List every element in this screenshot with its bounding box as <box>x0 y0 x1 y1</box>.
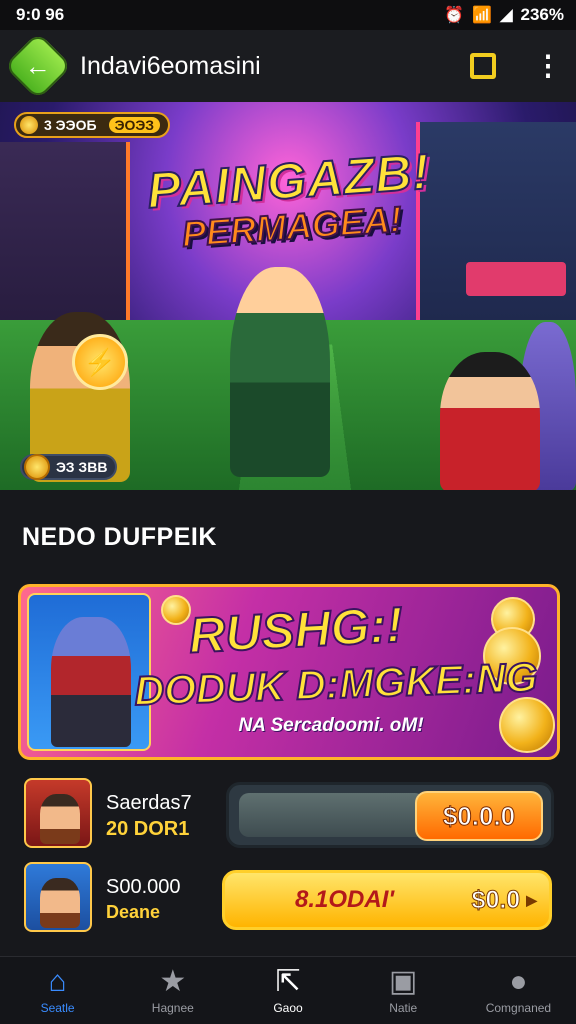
hero-banner[interactable]: ⚡ PAINGAZB! PERMAGEA! 3 ЭЭОБ ЭОЭЗ ЭЗ ЗВВ <box>0 102 576 490</box>
buy-button-label: 8.1ODAI' <box>295 886 395 913</box>
hero-character-right <box>440 352 540 490</box>
item-progress-fill <box>239 793 425 837</box>
hero-reward-pill: ЭЗ ЗВВ <box>20 454 118 480</box>
buy-button[interactable]: 8.1ODAI' $0.0 ▶ <box>222 870 552 930</box>
nav-label: Natie <box>389 1000 418 1015</box>
section-title: NEDO DUFPEIK <box>22 523 217 551</box>
nav-label: Gaoo <box>273 1000 303 1015</box>
nav-item-games[interactable]: ⇱ Gaoo <box>230 957 345 1024</box>
price-button[interactable]: $0.0.0 <box>415 791 543 841</box>
hero-neon-sign <box>466 262 566 296</box>
nav-item-home[interactable]: ⌂ Seatle <box>0 957 115 1024</box>
promo-subtitle: NA Sercadoomi. oM! <box>238 715 424 736</box>
item-meta: 20 DOR1 <box>106 818 190 840</box>
home-icon: ⌂ <box>48 964 67 998</box>
list-item[interactable]: S00.000 Deane 8.1ODAI' $0.0 ▶ <box>24 862 556 936</box>
coin-icon <box>161 595 191 625</box>
share-icon: ⇱ <box>275 964 301 998</box>
hero-character-center <box>230 267 330 477</box>
promo-card[interactable]: RUSHG:! DODUK D:MGKE:NG NA Sercadoomi. o… <box>18 584 560 760</box>
promo-headline: RUSHG:! <box>187 595 406 664</box>
app-title: Indavi6eomasini <box>80 51 261 80</box>
status-icons: ⏰ 📶 ◢ 236% <box>444 5 564 25</box>
item-thumbnail <box>24 778 92 848</box>
battery-level: 236% <box>520 5 564 24</box>
coin-icon <box>24 454 50 480</box>
status-time: 9:0 96 <box>16 5 65 24</box>
item-name: S00.000 <box>106 876 181 898</box>
chevron-right-icon: ▶ <box>526 891 537 908</box>
nav-label: Seatle <box>40 1000 75 1015</box>
star-icon: ★ <box>159 964 187 998</box>
promo-headline-secondary: DODUK D:MGKE:NG <box>133 653 540 715</box>
app-bar: ← Indavi6eomasini ⋮ <box>0 30 576 102</box>
hero-title: PAINGAZB! PERMAGEA! <box>127 141 453 259</box>
status-bar: 9:0 96 ⏰ 📶 ◢ 236% <box>0 0 576 30</box>
nav-label: Comgnaned <box>485 1000 552 1015</box>
hero-pill-value: 3 ЭЭОБ <box>44 117 97 133</box>
image-icon: ▣ <box>389 964 418 998</box>
hero-currency-pill: 3 ЭЭОБ ЭОЭЗ <box>14 112 170 138</box>
buy-button-price-value: $0.0 <box>471 885 521 914</box>
hero-reward-value: ЭЗ ЗВВ <box>56 459 108 475</box>
alarm-icon: ⏰ <box>444 7 465 24</box>
bottom-nav: ⌂ Seatle ★ Hagnee ⇱ Gaoo ▣ Natie ● Comgn… <box>0 956 576 1024</box>
window-square-icon[interactable] <box>470 53 496 79</box>
nav-label: Hagnee <box>151 1000 194 1015</box>
item-thumbnail <box>24 862 92 932</box>
buy-button-price: $0.0 ▶ <box>471 885 537 915</box>
coin-icon <box>20 116 38 134</box>
lightning-icon: ⚡ <box>72 334 128 390</box>
signal-icon: ◢ <box>500 7 513 24</box>
character-avatar <box>40 878 80 928</box>
nav-item-profile[interactable]: ● Comgnaned <box>461 957 576 1024</box>
wifi-icon: 📶 <box>472 7 493 24</box>
back-button[interactable]: ← <box>4 32 72 100</box>
nav-item-media[interactable]: ▣ Natie <box>346 957 461 1024</box>
more-options-icon[interactable]: ⋮ <box>534 52 562 80</box>
profile-icon: ● <box>509 964 528 998</box>
item-meta: Deane <box>106 902 161 922</box>
list-item[interactable]: Saerdas7 20 DOR1 $0.0.0 <box>24 778 556 852</box>
nav-item-favorites[interactable]: ★ Hagnee <box>115 957 230 1024</box>
back-arrow-icon: ← <box>24 50 51 81</box>
item-name: Saerdas7 <box>106 792 192 814</box>
hero-pill-value-secondary: ЭОЭЗ <box>108 117 160 133</box>
item-progress-track: $0.0.0 <box>226 782 554 848</box>
character-avatar <box>40 794 80 844</box>
